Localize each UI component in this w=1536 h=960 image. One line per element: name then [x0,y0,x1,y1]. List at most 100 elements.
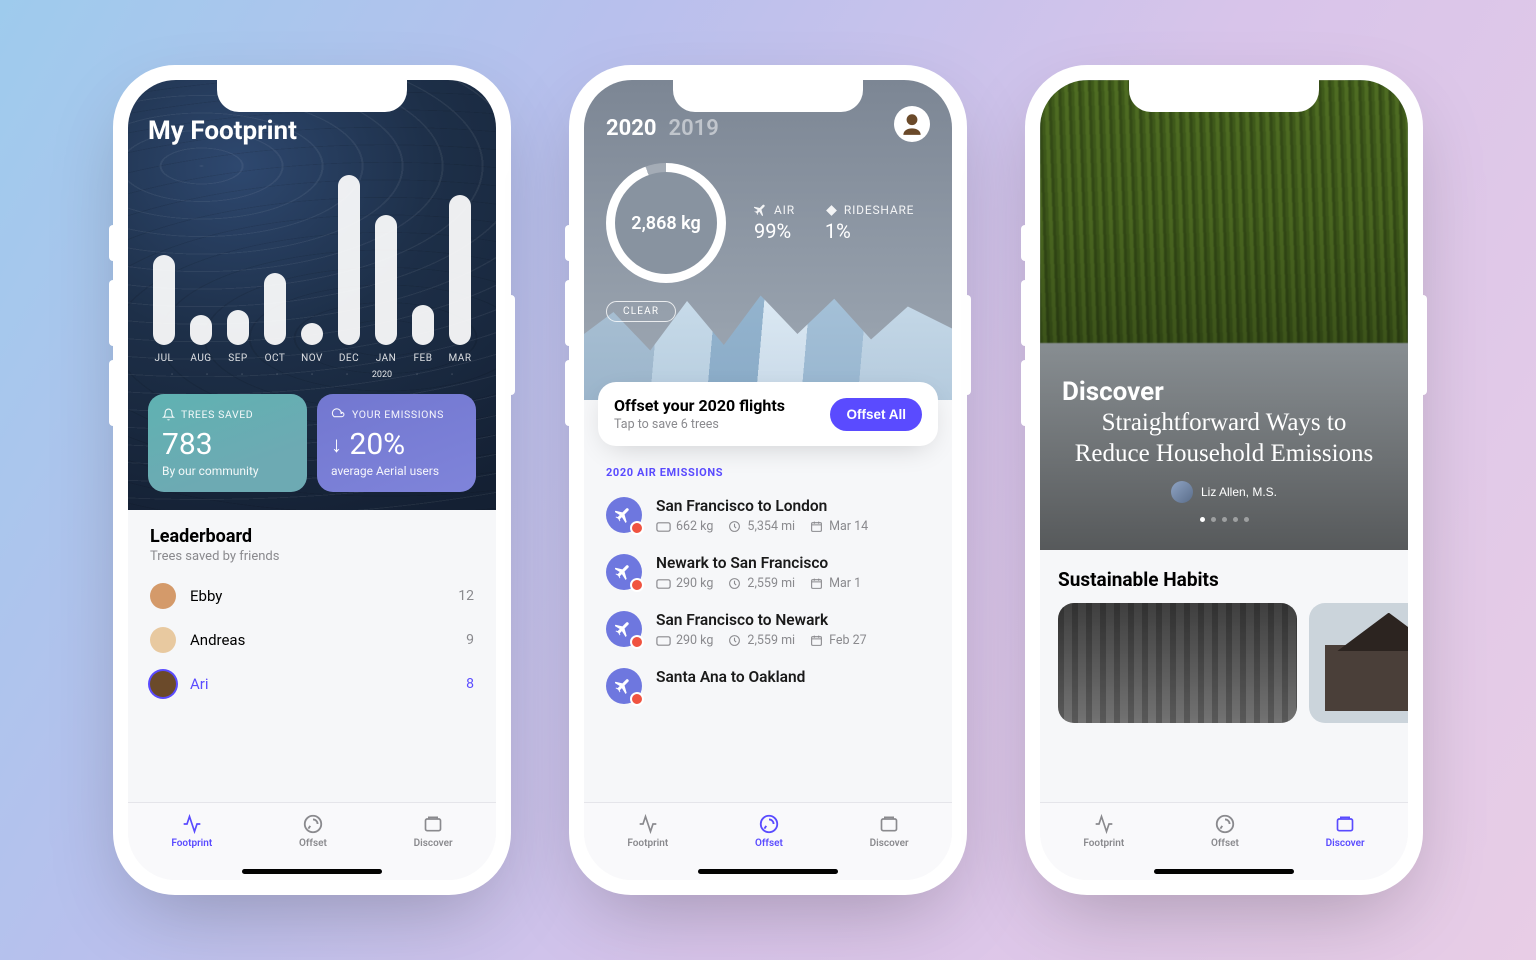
chart-tick: · [403,370,431,380]
offset-icon [756,813,782,835]
leaderboard-name: Ebby [190,587,458,605]
leaderboard-count: 12 [458,588,474,604]
bar-label: DEC [339,353,359,364]
bar-label: MAR [448,353,471,364]
habit-card-warehouse[interactable] [1058,603,1297,723]
bar-mar[interactable]: MAR [446,195,474,364]
page-title: Discover [1040,343,1408,407]
offset-icon [1212,813,1238,835]
flight-co2: 290 kg [676,576,713,591]
discover-icon [420,813,446,835]
bar-jul[interactable]: JUL [150,255,178,364]
plane-icon [606,497,642,533]
leaderboard-name: Andreas [190,631,466,649]
bar-feb[interactable]: FEB [409,305,437,364]
breakdown-air[interactable]: AIR99% [754,203,795,243]
offset-hero: 2020 2019 2,868 kg AIR99% RIDESHARE 1% CLE… [584,80,952,400]
bar-label: SEP [228,353,247,364]
bar [375,215,397,345]
tab-offset[interactable]: Offset [1211,813,1239,849]
tab-discover[interactable]: Discover [870,813,909,849]
bar-aug[interactable]: AUG [187,315,215,364]
flight-row[interactable]: Santa Ana to Oakland [584,658,952,714]
bar-label: JAN [376,353,397,364]
emissions-card[interactable]: YOUR EMISSIONS ↓ 20% average Aerial user… [317,394,476,492]
leaderboard-name: Ari [190,675,466,693]
flight-distance: 2,559 mi [747,576,795,591]
breakdown-label: RIDESHARE [844,203,914,217]
leaderboard-count: 9 [466,632,474,648]
clear-button[interactable]: CLEAR [606,301,676,322]
ring-value: 2,868 kg [631,213,700,234]
flight-distance: 2,559 mi [747,633,795,648]
leaderboard-row[interactable]: Andreas9 [150,618,474,662]
tab-offset[interactable]: Offset [755,813,783,849]
bar-oct[interactable]: OCT [261,273,289,364]
bar-label: NOV [301,353,323,364]
tab-footprint[interactable]: Footprint [171,813,212,849]
flight-route: Newark to San Francisco [656,554,930,572]
flight-co2: 290 kg [676,633,713,648]
tab-footprint[interactable]: Footprint [1083,813,1124,849]
discover-hero[interactable]: Discover Straightforward Ways to Reduce … [1040,80,1408,550]
flight-date: Feb 27 [829,633,867,648]
plane-icon [606,668,642,704]
leaderboard-row[interactable]: Ari8 [150,662,474,706]
cloud-icon [331,408,346,421]
bar [190,315,212,345]
chart-tick: · [228,370,256,380]
plane-icon [606,611,642,647]
avatar [150,583,176,609]
offset-icon [300,813,326,835]
flight-row[interactable]: San Francisco to London662 kg5,354 miMar… [584,487,952,544]
bar [412,305,434,345]
card-label: YOUR EMISSIONS [352,408,444,421]
tab-discover[interactable]: Discover [1326,813,1365,849]
emissions-ring: 2,868 kg [606,163,726,283]
arrow-down-icon: ↓ [331,433,342,458]
flight-row[interactable]: Newark to San Francisco290 kg2,559 miMar… [584,544,952,601]
tab-footprint[interactable]: Footprint [627,813,668,849]
avatar [150,671,176,697]
year-tabs: 2020 2019 [606,108,930,141]
offset-all-button[interactable]: Offset All [830,398,922,431]
offset-card-sub: Tap to save 6 trees [614,417,820,432]
flight-row[interactable]: San Francisco to Newark290 kg2,559 miFeb… [584,601,952,658]
co2-icon [656,520,671,533]
distance-icon [727,634,742,647]
plane-icon [754,203,768,217]
habit-card-house[interactable] [1309,603,1408,723]
bar-dec[interactable]: DEC [335,175,363,364]
bar [153,255,175,345]
trees-saved-card[interactable]: TREES SAVED 783 By our community [148,394,307,492]
chart-tick: · [298,370,326,380]
flight-co2: 662 kg [676,519,713,534]
chart-tick: · [333,370,361,380]
leaderboard: Leaderboard Trees saved by friends Ebby1… [128,510,496,706]
tab-offset[interactable]: Offset [299,813,327,849]
flight-distance: 5,354 mi [747,519,795,534]
breakdown-rideshare[interactable]: RIDESHARE 1% [825,203,914,243]
discover-icon [1332,813,1358,835]
bar-label: OCT [265,353,286,364]
breakdown-pct: 1% [825,219,914,243]
distance-icon [727,520,742,533]
pager-dots[interactable] [1066,517,1382,522]
bar-jan[interactable]: JAN [372,215,400,364]
bar-nov[interactable]: NOV [298,323,326,364]
avatar[interactable] [894,106,930,142]
breakdown-label: AIR [774,203,795,217]
flight-route: Santa Ana to Oakland [656,668,930,686]
leaderboard-row[interactable]: Ebby12 [150,574,474,618]
bar-sep[interactable]: SEP [224,310,252,364]
calendar-icon [809,520,824,533]
discover-icon [876,813,902,835]
tab-discover[interactable]: Discover [414,813,453,849]
offset-card[interactable]: Offset your 2020 flights Tap to save 6 t… [598,382,938,446]
year-tab-active[interactable]: 2020 [606,116,657,141]
leaderboard-count: 8 [466,676,474,692]
distance-icon [727,577,742,590]
co2-icon [656,577,671,590]
year-tab-other[interactable]: 2019 [669,116,719,141]
activity-icon [635,813,661,835]
